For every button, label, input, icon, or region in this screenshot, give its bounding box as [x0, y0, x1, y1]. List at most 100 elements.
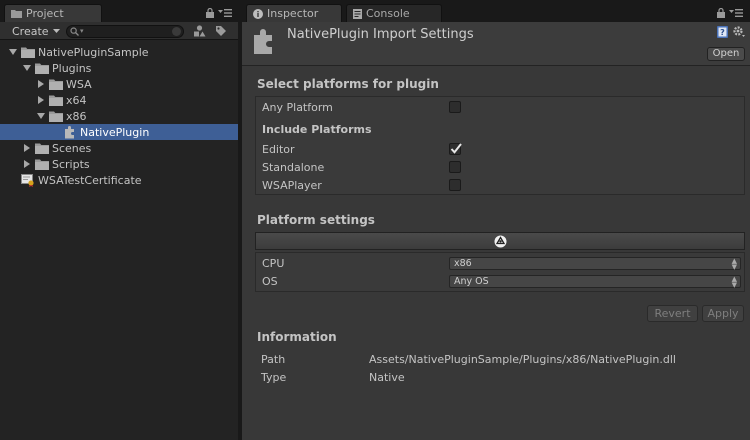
tree-item-label: NativePluginSample: [38, 45, 149, 59]
platform-row-editor: Editor: [262, 141, 295, 157]
folder-icon: [35, 142, 49, 154]
os-value: Any OS: [454, 276, 489, 287]
tree-item-label: WSATestCertificate: [38, 173, 142, 187]
expand-arrow-icon[interactable]: [22, 63, 32, 73]
project-toolbar: Create ▾: [0, 22, 240, 40]
project-tabbar: Project: [0, 0, 240, 22]
tree-item-nativepluginsample[interactable]: NativePluginSample: [0, 44, 240, 60]
panel-menu-icon[interactable]: [729, 8, 743, 18]
tree-item-x86[interactable]: x86: [0, 108, 240, 124]
create-label: Create: [12, 24, 49, 38]
tree-item-label: Scripts: [52, 157, 90, 171]
tree-item-label: Plugins: [52, 61, 92, 75]
expand-arrow-icon[interactable]: [8, 47, 18, 57]
path-value: Assets/NativePluginSample/Plugins/x86/Na…: [369, 352, 676, 366]
tree-item-label: Scenes: [52, 141, 92, 155]
path-label: Path: [261, 352, 286, 366]
tree-item-label: x64: [66, 93, 87, 107]
filter-by-label-icon[interactable]: [215, 25, 227, 37]
plugin-icon: [252, 28, 276, 56]
inspector-title: NativePlugin Import Settings: [287, 27, 474, 42]
search-input[interactable]: ▾: [66, 25, 184, 38]
tab-console-label: Console: [366, 7, 410, 20]
tree-item-label: WSA: [66, 77, 92, 91]
gear-icon[interactable]: [732, 25, 746, 39]
plugin-icon: [64, 126, 76, 139]
platform-label-editor: Editor: [262, 142, 295, 156]
any-platform-label: Any Platform: [262, 100, 333, 114]
type-label: Type: [261, 370, 287, 384]
apply-button[interactable]: Apply: [702, 305, 744, 322]
certificate-icon: [21, 174, 35, 187]
collapse-arrow-icon[interactable]: [36, 79, 46, 89]
checkmark-icon: [450, 142, 462, 155]
folder-icon: [11, 9, 22, 18]
tab-inspector[interactable]: Inspector: [246, 4, 342, 22]
select-platforms-title: Select platforms for plugin: [257, 77, 439, 91]
tree-item-plugins[interactable]: Plugins: [0, 60, 240, 76]
project-panel: Project Create ▾ NativePluginSample Plug…: [0, 0, 240, 440]
folder-icon: [49, 94, 63, 106]
revert-button[interactable]: Revert: [647, 305, 698, 322]
tab-project-label: Project: [26, 7, 64, 20]
tab-console[interactable]: Console: [346, 4, 442, 22]
tree-item-wsatestcertificate[interactable]: WSATestCertificate: [0, 172, 240, 188]
cpu-label: CPU: [262, 256, 285, 270]
search-icon: [70, 27, 79, 36]
tree-item-label: NativePlugin: [80, 125, 150, 139]
inspector-panel-controls: [717, 8, 743, 18]
folder-icon: [21, 46, 35, 58]
updown-arrows-icon: ▲ ▼: [731, 257, 737, 271]
folder-icon: [35, 158, 49, 170]
collapse-arrow-icon[interactable]: [22, 159, 32, 169]
tree-item-scenes[interactable]: Scenes: [0, 140, 240, 156]
create-button[interactable]: Create: [4, 24, 62, 38]
lock-icon[interactable]: [206, 8, 214, 18]
information-title: Information: [257, 330, 337, 344]
info-icon: [253, 8, 263, 19]
any-platform-checkbox[interactable]: [449, 101, 461, 113]
folder-icon: [49, 78, 63, 90]
cpu-value: x86: [454, 258, 472, 269]
os-select[interactable]: Any OS ▲ ▼: [449, 275, 741, 289]
panel-menu-icon[interactable]: [218, 8, 232, 18]
include-platforms-label: Include Platforms: [262, 122, 372, 136]
inspector-panel: Inspector Console NativePlugin Import Se…: [242, 0, 750, 440]
platform-row-wsaplayer: WSAPlayer: [262, 177, 322, 193]
platform-settings-title: Platform settings: [257, 213, 375, 227]
tree-item-x64[interactable]: x64: [0, 92, 240, 108]
lock-icon[interactable]: [717, 8, 725, 18]
folder-icon: [35, 62, 49, 74]
tree-item-scripts[interactable]: Scripts: [0, 156, 240, 172]
include-platforms-title: Include Platforms: [262, 121, 372, 137]
console-icon: [353, 8, 362, 19]
platform-row-standalone: Standalone: [262, 159, 324, 175]
path-row: Path Assets/NativePluginSample/Plugins/x…: [261, 351, 676, 367]
cpu-select[interactable]: x86 ▲ ▼: [449, 257, 741, 271]
open-button[interactable]: Open: [707, 47, 745, 61]
search-clear-icon[interactable]: [172, 27, 181, 36]
expand-arrow-icon[interactable]: [36, 111, 46, 121]
tab-project[interactable]: Project: [4, 4, 102, 22]
chevron-down-icon: [52, 28, 60, 34]
editor-checkbox[interactable]: [449, 142, 462, 155]
cpu-row: CPU: [262, 255, 284, 271]
filter-by-type-icon[interactable]: [193, 25, 206, 37]
any-platform-row: Any Platform: [262, 99, 333, 115]
platform-selection-box: Any Platform Include Platforms Editor St…: [255, 96, 745, 195]
project-panel-controls: [206, 8, 232, 18]
svg-text:?: ?: [720, 28, 725, 37]
tree-item-wsa[interactable]: WSA: [0, 76, 240, 92]
collapse-arrow-icon[interactable]: [22, 143, 32, 153]
tree-item-nativeplugin[interactable]: NativePlugin: [0, 124, 240, 140]
platform-settings-box: CPU x86 ▲ ▼ OS Any OS ▲ ▼: [255, 252, 745, 292]
wsaplayer-checkbox[interactable]: [449, 179, 461, 191]
unity-logo-icon[interactable]: [494, 235, 507, 248]
collapse-arrow-icon[interactable]: [36, 95, 46, 105]
platform-label-wsaplayer: WSAPlayer: [262, 178, 322, 192]
type-value: Native: [369, 370, 405, 384]
search-dropdown-icon[interactable]: ▾: [80, 27, 84, 35]
inspector-tabbar: Inspector Console: [242, 0, 750, 22]
standalone-checkbox[interactable]: [449, 161, 461, 173]
help-icon[interactable]: ?: [717, 26, 728, 38]
